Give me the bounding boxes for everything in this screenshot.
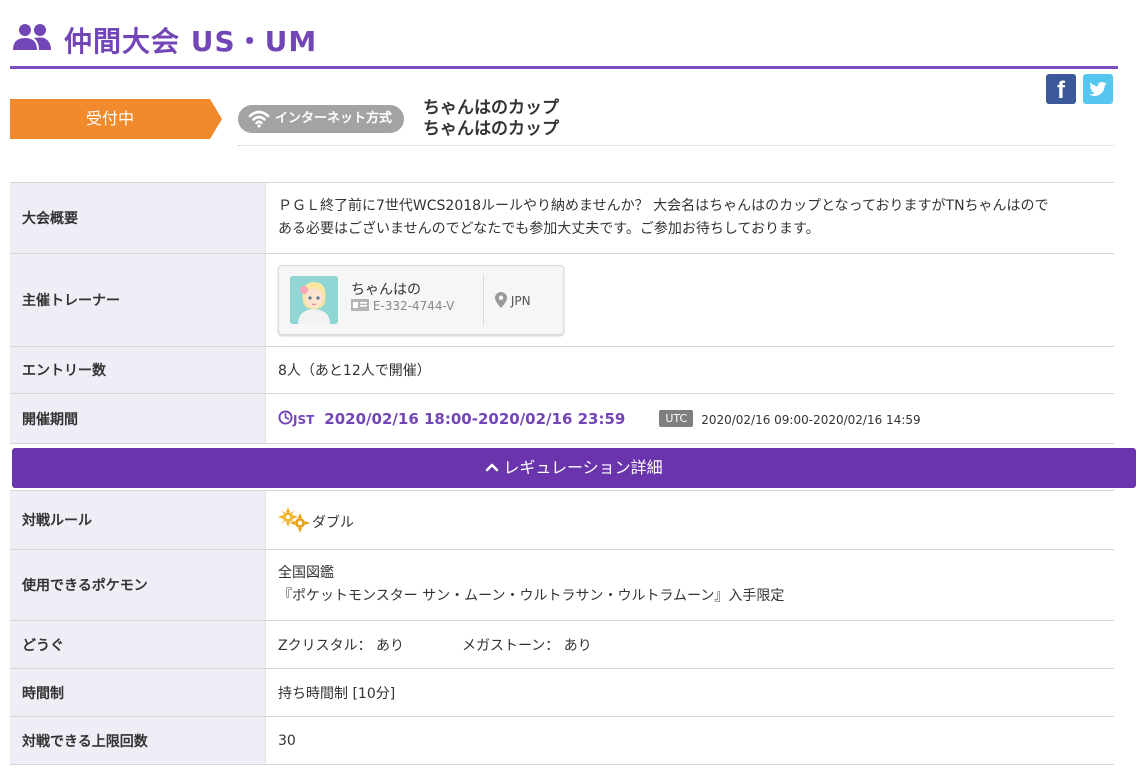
trainer-name: ちゃんはの <box>351 282 421 298</box>
regulation-table: 対戦ルール ダブル 使用できるポケモン 全国図鑑 『ポケットモンスター サン・ム… <box>10 490 1114 765</box>
table-row: 時間制 持ち時間制 [10分] <box>10 668 1114 717</box>
table-row: エントリー数 8人（あと12人で開催） <box>10 346 1114 394</box>
items-label: どうぐ <box>10 620 266 669</box>
overview-line: ある必要はございませんのでどなたでも参加大丈夫です。ご参加お待ちしております。 <box>278 221 820 237</box>
tournament-info-table: 大会概要 ＰＧＬ終了前に7世代WCS2018ルールやり納めませんか？ 大会名はち… <box>10 182 1114 444</box>
max-battles-label: 対戦できる上限回数 <box>10 716 266 765</box>
entries-value: 8人（あと12人で開催） <box>265 346 1114 394</box>
jst-period: 2020/02/16 18:00-2020/02/16 23:59 <box>324 409 626 428</box>
overview-value: ＰＧＬ終了前に7世代WCS2018ルールやり納めませんか？ 大会名はちゃんはのカ… <box>265 182 1114 254</box>
avatar <box>290 276 338 324</box>
facebook-icon[interactable]: f <box>1046 74 1076 104</box>
table-row: 大会概要 ＰＧＬ終了前に7世代WCS2018ルールやり納めませんか？ 大会名はち… <box>10 182 1114 254</box>
battle-rule-label: 対戦ルール <box>10 490 266 550</box>
id-card-icon <box>351 299 369 311</box>
table-row: 対戦ルール ダブル <box>10 490 1114 550</box>
megastone-setting: メガストーン： あり <box>462 637 592 654</box>
double-battle-icon <box>278 507 310 533</box>
entries-label: エントリー数 <box>10 346 266 394</box>
time-value: 持ち時間制 [10分] <box>265 668 1114 717</box>
trainer-country: JPN <box>495 292 531 308</box>
table-row: 主催トレーナー ちゃんはの E-332-4744-V JPN <box>10 253 1114 347</box>
divider <box>238 145 1114 146</box>
table-row: 使用できるポケモン 全国図鑑 『ポケットモンスター サン・ムーン・ウルトラサン・… <box>10 549 1114 621</box>
pokemon-line: 全国図鑑 <box>278 565 334 581</box>
connection-badge: インターネット方式 <box>238 105 404 133</box>
pokemon-line: 『ポケットモンスター サン・ムーン・ウルトラサン・ウルトラムーン』入手限定 <box>278 588 785 604</box>
period-label: 開催期間 <box>10 393 266 444</box>
wifi-icon <box>248 110 270 128</box>
table-row: どうぐ Zクリスタル： あり メガストーン： あり <box>10 620 1114 669</box>
page-header: 仲間大会 US・UM <box>10 18 1118 69</box>
utc-badge: UTC <box>659 409 694 427</box>
overview-label: 大会概要 <box>10 182 266 254</box>
overview-line: ＰＧＬ終了前に7世代WCS2018ルールやり納めませんか？ 大会名はちゃんはのカ… <box>278 198 1049 214</box>
table-row: 対戦できる上限回数 30 <box>10 716 1114 765</box>
trainer-id-value: E-332-4744-V <box>372 299 455 313</box>
cup-name: ちゃんはのカップ ちゃんはのカップ <box>423 98 559 140</box>
trainer-id: E-332-4744-V <box>351 299 454 313</box>
trainer-country-value: JPN <box>510 294 531 308</box>
organizer-label: 主催トレーナー <box>10 253 266 347</box>
cup-name-line1: ちゃんはのカップ <box>423 98 559 118</box>
status-badge: 受付中 <box>10 99 222 139</box>
clock-icon <box>278 409 293 425</box>
max-battles-value: 30 <box>265 716 1114 765</box>
location-pin-icon <box>495 292 507 308</box>
people-icon <box>13 24 51 50</box>
page-title: 仲間大会 US・UM <box>64 25 318 58</box>
pokemon-label: 使用できるポケモン <box>10 549 266 621</box>
table-row: 開催期間 JST 2020/02/16 18:00-2020/02/16 23:5… <box>10 393 1114 444</box>
jst-label: JST <box>293 412 315 427</box>
time-label: 時間制 <box>10 668 266 717</box>
period-value: JST 2020/02/16 18:00-2020/02/16 23:59 UTC 2… <box>265 393 1114 444</box>
divider <box>483 274 484 326</box>
regulation-toggle-button[interactable]: レギュレーション詳細 <box>12 448 1136 488</box>
regulation-toggle-label: レギュレーション詳細 <box>503 458 663 477</box>
utc-period: 2020/02/16 09:00-2020/02/16 14:59 <box>701 412 921 427</box>
items-value: Zクリスタル： あり メガストーン： あり <box>265 620 1114 669</box>
battle-rule-text: ダブル <box>312 515 354 531</box>
cup-name-line2: ちゃんはのカップ <box>423 119 559 139</box>
chevron-up-icon <box>486 463 499 472</box>
trainer-card[interactable]: ちゃんはの E-332-4744-V JPN <box>278 265 564 335</box>
pokemon-value: 全国図鑑 『ポケットモンスター サン・ムーン・ウルトラサン・ウルトラムーン』入手… <box>265 549 1114 621</box>
battle-rule-value: ダブル <box>265 490 1114 550</box>
twitter-icon[interactable] <box>1083 74 1113 104</box>
zcrystal-setting: Zクリスタル： あり <box>278 637 405 654</box>
